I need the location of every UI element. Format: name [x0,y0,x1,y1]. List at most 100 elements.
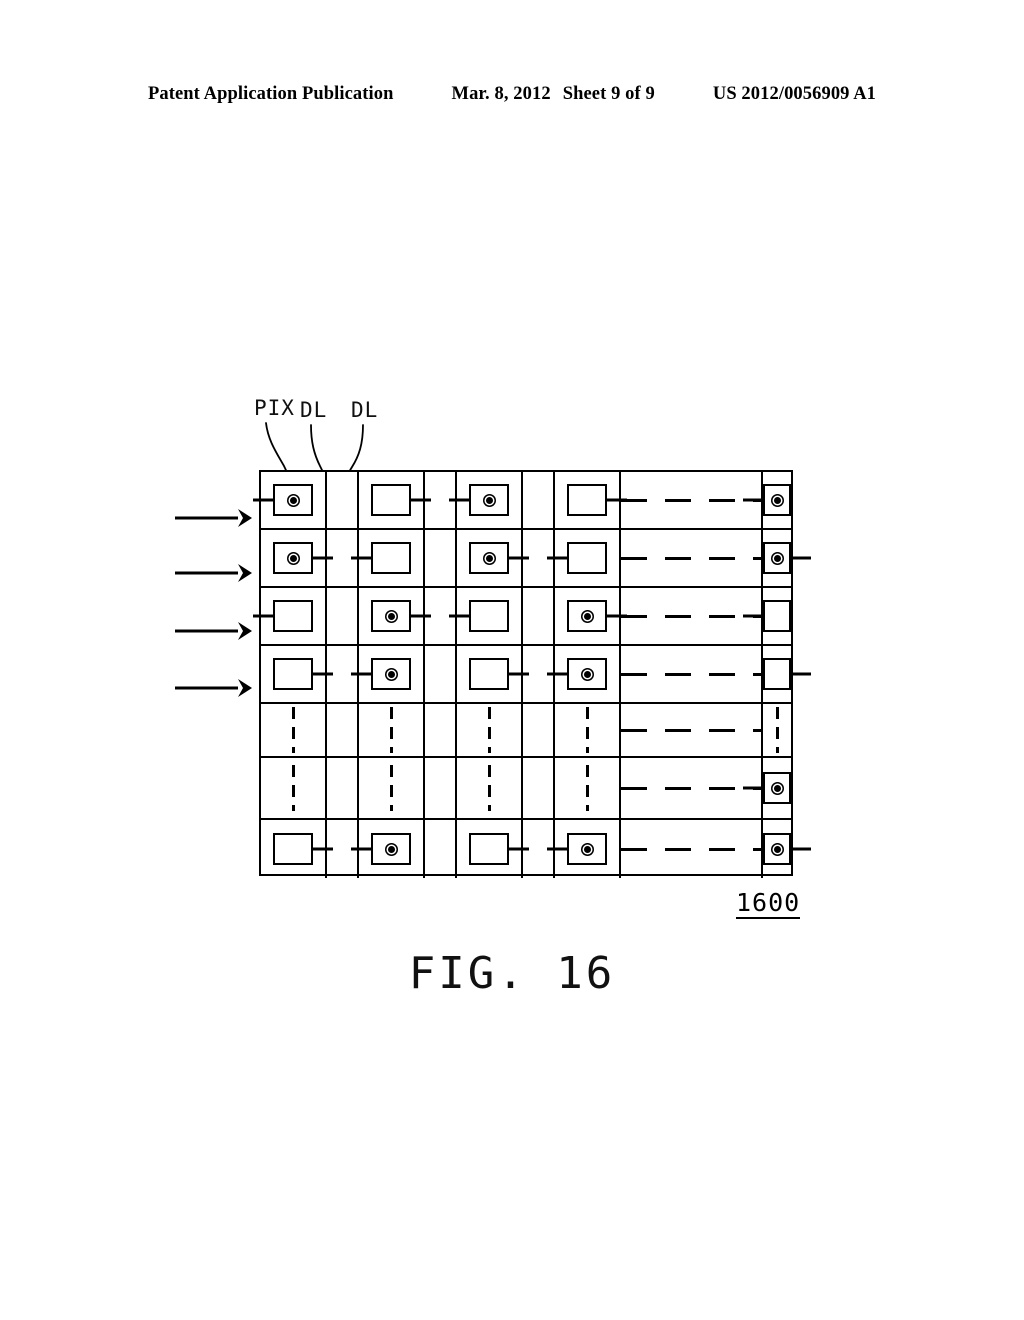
horizontal-ellipsis-cell [621,820,763,878]
pixel-array-row [253,588,791,646]
vertical-ellipsis-cell [457,758,523,818]
pixel-cell [253,588,327,644]
horizontal-ellipsis-cell [621,588,763,644]
pixel-data-line-stub-left [351,556,373,560]
pixel-array-row [253,472,791,530]
pixel-cell [555,588,627,644]
data-line-gap-column [523,704,555,756]
pixel-cell [763,646,811,702]
vertical-ellipsis-cell [457,704,523,756]
figure-caption: FIG. 16 [408,948,616,999]
pixel-element-plain [273,658,333,690]
pixel-contact-dot [485,496,493,504]
data-line-gap-column [523,472,555,528]
pixel-element-with-contact [743,772,791,804]
incident-arrow-3 [175,622,252,640]
pixel-contact-dot [583,670,591,678]
horizontal-ellipsis-dashes [621,786,761,790]
pixel-data-line-stub-left [449,498,471,502]
vertical-ellipsis-cell [555,704,621,756]
pixel-element-with-contact [547,658,607,690]
pixel-data-line-stub-left [351,672,373,676]
vertical-ellipsis-dashes [585,707,589,753]
pixel-data-line-stub-left [351,847,373,851]
pixel-element-plain [743,600,791,632]
pixel-contact-dot [583,845,591,853]
incident-arrow-4 [175,679,252,697]
pixel-cell [547,820,621,878]
pixel-element-with-contact [351,658,411,690]
vertical-ellipsis-dashes [487,765,491,811]
pixel-cell [449,588,523,644]
pixel-contact-dot [773,784,781,792]
pixel-cell [547,646,621,702]
horizontal-ellipsis-cell [621,472,763,528]
vertical-ellipsis-cell [763,704,791,756]
data-line-gap-column [327,588,359,644]
pixel-cell [261,530,333,586]
vertical-ellipsis-cell [359,758,425,818]
pixel-element-with-contact [469,542,529,574]
pixel-element-plain [273,833,333,865]
data-line-gap-column [523,758,555,818]
data-line-gap-column [425,820,457,878]
pixel-element-plain [351,542,411,574]
pixel-contact-dot [289,496,297,504]
pixel-element-with-contact [547,833,607,865]
horizontal-ellipsis-cell [621,758,763,818]
pixel-element-plain [371,484,431,516]
incident-arrow-2 [175,564,252,582]
pixel-element-plain [763,658,811,690]
pixel-cell [743,758,791,818]
pixel-array-row [261,820,811,878]
data-line-gap-column [425,530,457,586]
pixel-data-line-stub-left [547,847,569,851]
pixel-element-with-contact [371,600,431,632]
pixel-element-with-contact [449,484,509,516]
pixel-cell [351,530,425,586]
horizontal-ellipsis-cell [621,704,763,756]
pixel-cell [261,820,333,878]
vertical-ellipsis-dashes [291,707,295,753]
reference-numeral-1600: 1600 [736,889,801,920]
pixel-cell [763,820,811,878]
pixel-data-line-stub-left [449,614,471,618]
pixel-cell [547,530,621,586]
pixel-element-plain [567,484,627,516]
vertical-ellipsis-dashes [389,765,393,811]
pixel-cell [763,530,811,586]
pixel-cell [457,530,529,586]
pixel-cell [457,646,529,702]
data-line-gap-column [425,646,457,702]
pixel-element-plain [253,600,313,632]
pixel-cell [743,472,791,528]
vertical-ellipsis-dashes [487,707,491,753]
pixel-cell [261,646,333,702]
pixel-data-line-stub-left [743,614,765,618]
pixel-element-plain [449,600,509,632]
pixel-contact-dot [387,845,395,853]
data-line-gap-column [327,472,359,528]
pixel-data-line-stub-left [743,498,765,502]
pixel-data-line-stub-right [789,847,811,851]
vertical-ellipsis-dashes [389,707,393,753]
pixel-element-with-contact [253,484,313,516]
pixel-cell [359,472,431,528]
pixel-array-row [261,646,811,704]
pixel-cell [449,472,523,528]
horizontal-ellipsis-cell [621,646,763,702]
pixel-contact-dot [773,554,781,562]
pixel-cell [351,820,425,878]
pixel-array-row [261,758,791,820]
pixel-element-plain [469,833,529,865]
horizontal-ellipsis-dashes [621,556,761,560]
vertical-ellipsis-cell [359,704,425,756]
horizontal-ellipsis-dashes [621,672,761,676]
data-line-gap-column [425,704,457,756]
pixel-array-row [261,704,791,758]
pixel-data-line-stub-right [789,672,811,676]
pixel-element-plain [469,658,529,690]
vertical-ellipsis-cell [261,758,327,818]
data-line-gap-column [327,704,359,756]
vertical-ellipsis-cell [555,758,621,818]
